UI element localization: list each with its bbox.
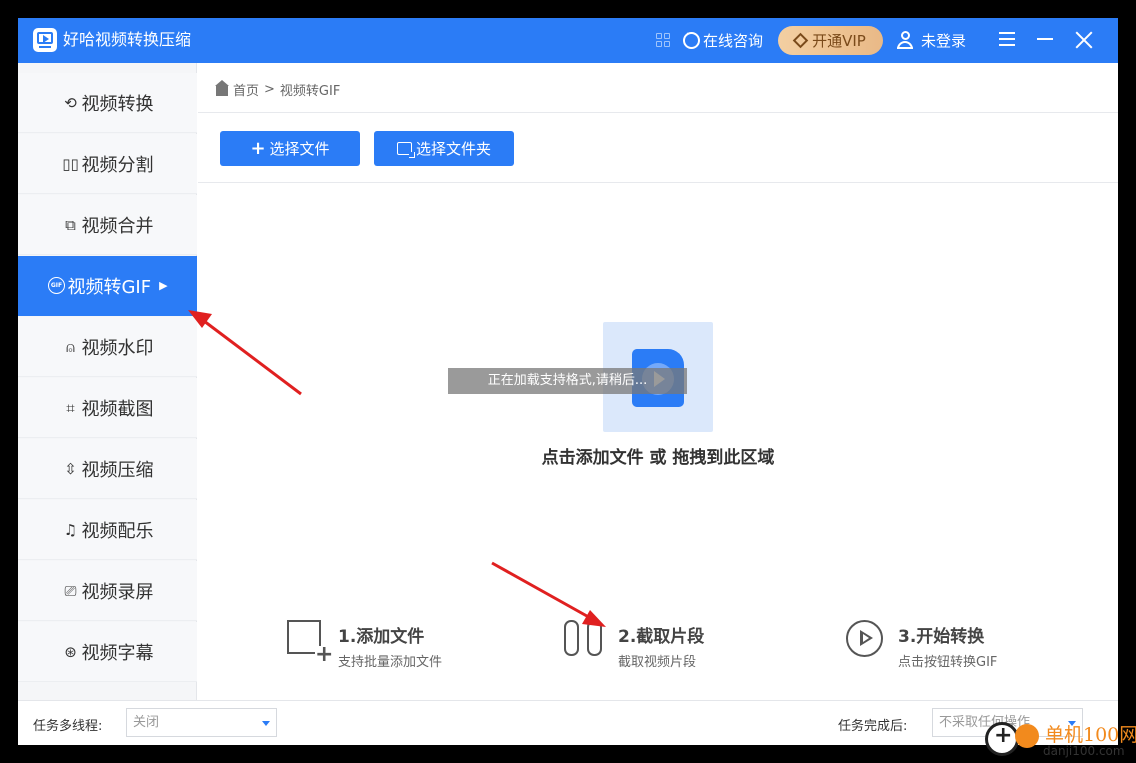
sidebar-item-label: 视频录屏 xyxy=(81,581,154,603)
sidebar-item-label: 视频水印 xyxy=(81,337,154,359)
sidebar-item-split[interactable]: ▯▯ 视频分割 xyxy=(18,134,197,194)
music-icon: ♫ xyxy=(63,520,78,539)
status-bar: 任务多线程: 关闭 任务完成后: 不采取任何操作 xyxy=(18,700,1118,745)
app-window: 好哈视频转换压缩 在线咨询 开通VIP 未登录 ⟲ 视频转换 ▯▯ 视频分割 ⧉ xyxy=(18,18,1118,745)
close-icon[interactable] xyxy=(1074,30,1094,50)
add-file-icon xyxy=(284,618,331,664)
step-title: 3.开始转换 xyxy=(898,627,985,647)
threads-label: 任务多线程: xyxy=(33,719,103,734)
online-consult-button[interactable]: 在线咨询 xyxy=(683,29,763,51)
consult-label: 在线咨询 xyxy=(703,31,764,50)
breadcrumb-current: 视频转GIF xyxy=(279,83,341,99)
watermark-name: 单机100网 xyxy=(1045,724,1136,746)
sidebar-item-gif[interactable]: GIF 视频转GIF ▶ xyxy=(18,256,197,316)
sidebar: ⟲ 视频转换 ▯▯ 视频分割 ⧉ 视频合并 GIF 视频转GIF ▶ ⍝ 视频水… xyxy=(18,63,197,700)
sidebar-item-label: 视频分割 xyxy=(81,154,154,176)
dropdown-arrow-icon xyxy=(262,721,270,726)
select-file-button[interactable]: + 选择文件 xyxy=(220,131,360,166)
select-file-label: 选择文件 xyxy=(269,140,330,158)
drop-hint: 点击添加文件 或 拖拽到此区域 xyxy=(541,448,775,468)
breadcrumb: 首页 > 视频转GIF xyxy=(215,79,341,99)
subtitle-icon: ⊛ xyxy=(64,642,77,661)
site-watermark: 单机100网 danji100.com xyxy=(985,720,1136,762)
home-icon[interactable] xyxy=(215,79,229,96)
threads-select[interactable]: 关闭 xyxy=(126,708,277,737)
caret-right-icon: ▶ xyxy=(159,279,168,292)
file-drop-zone[interactable]: 正在加载支持格式,请稍后... 点击添加文件 或 拖拽到此区域 xyxy=(198,183,1118,603)
chat-icon xyxy=(683,29,700,49)
sidebar-item-compress[interactable]: ⇳ 视频压缩 xyxy=(18,439,197,499)
sidebar-item-merge[interactable]: ⧉ 视频合并 xyxy=(18,195,197,255)
diamond-icon xyxy=(792,32,809,49)
login-button[interactable]: 未登录 xyxy=(897,29,966,51)
user-icon xyxy=(897,31,913,49)
sidebar-item-label: 视频转GIF xyxy=(67,276,152,298)
select-folder-label: 选择文件夹 xyxy=(415,140,491,158)
sidebar-item-convert[interactable]: ⟲ 视频转换 xyxy=(18,73,197,133)
minimize-icon[interactable] xyxy=(1037,38,1053,40)
divider xyxy=(198,112,1118,113)
record-icon: ⎚ xyxy=(64,581,77,600)
sidebar-item-label: 视频截图 xyxy=(81,398,154,420)
play-circle-icon xyxy=(844,618,884,658)
sidebar-item-screenshot[interactable]: ⌗ 视频截图 xyxy=(18,378,197,438)
watermark-dot-icon xyxy=(1015,724,1039,748)
sidebar-item-subtitle[interactable]: ⊛ 视频字幕 xyxy=(18,622,197,682)
loading-toast: 正在加载支持格式,请稍后... xyxy=(448,368,687,394)
sidebar-item-watermark[interactable]: ⍝ 视频水印 xyxy=(18,317,197,377)
compress-icon: ⇳ xyxy=(64,459,77,478)
sidebar-item-label: 视频字幕 xyxy=(81,642,154,664)
title-bar: 好哈视频转换压缩 在线咨询 开通VIP 未登录 xyxy=(18,18,1118,63)
step-title: 2.截取片段 xyxy=(618,627,705,647)
vip-button[interactable]: 开通VIP xyxy=(778,26,883,55)
vip-label: 开通VIP xyxy=(812,32,866,50)
step-title: 1.添加文件 xyxy=(338,627,425,647)
convert-icon: ⟲ xyxy=(64,93,77,112)
watermark-logo-icon xyxy=(985,722,1019,756)
breadcrumb-home[interactable]: 首页 xyxy=(233,80,259,99)
folder-icon xyxy=(396,142,415,158)
merge-icon: ⧉ xyxy=(65,215,76,234)
chevron-right-icon: > xyxy=(264,81,275,97)
split-icon: ▯▯ xyxy=(62,154,79,173)
screen-frame: 好哈视频转换压缩 在线咨询 开通VIP 未登录 ⟲ 视频转换 ▯▯ 视频分割 ⧉ xyxy=(0,0,1136,763)
step-subtitle: 点击按钮转换GIF xyxy=(898,655,998,670)
sidebar-item-label: 视频合并 xyxy=(81,215,154,237)
sidebar-item-label: 视频转换 xyxy=(81,93,154,115)
step-subtitle: 支持批量添加文件 xyxy=(338,655,443,670)
login-label: 未登录 xyxy=(921,31,967,50)
threads-value: 关闭 xyxy=(133,715,160,730)
menu-icon[interactable] xyxy=(999,32,1015,46)
select-folder-button[interactable]: 选择文件夹 xyxy=(374,131,514,166)
step-start-convert: 3.开始转换 点击按钮转换GIF xyxy=(844,618,1064,673)
app-title: 好哈视频转换压缩 xyxy=(63,30,192,49)
app-logo-icon xyxy=(33,28,57,52)
sidebar-item-music[interactable]: ♫ 视频配乐 xyxy=(18,500,197,560)
watermark-icon: ⍝ xyxy=(65,337,75,356)
step-add-file: 1.添加文件 支持批量添加文件 xyxy=(284,618,504,673)
sidebar-item-label: 视频配乐 xyxy=(81,520,154,542)
step-subtitle: 截取视频片段 xyxy=(618,655,697,670)
watermark-url: danji100.com xyxy=(1043,744,1125,758)
sidebar-item-record[interactable]: ⎚ 视频录屏 xyxy=(18,561,197,621)
sidebar-item-label: 视频压缩 xyxy=(81,459,154,481)
plus-icon: + xyxy=(250,137,266,159)
crop-icon: ⌗ xyxy=(66,398,75,417)
gif-icon: GIF xyxy=(47,277,65,295)
cut-clip-icon xyxy=(564,618,604,658)
step-cut-clip: 2.截取片段 截取视频片段 xyxy=(564,618,784,673)
grid-icon[interactable] xyxy=(656,33,670,47)
after-complete-label: 任务完成后: xyxy=(838,719,908,734)
